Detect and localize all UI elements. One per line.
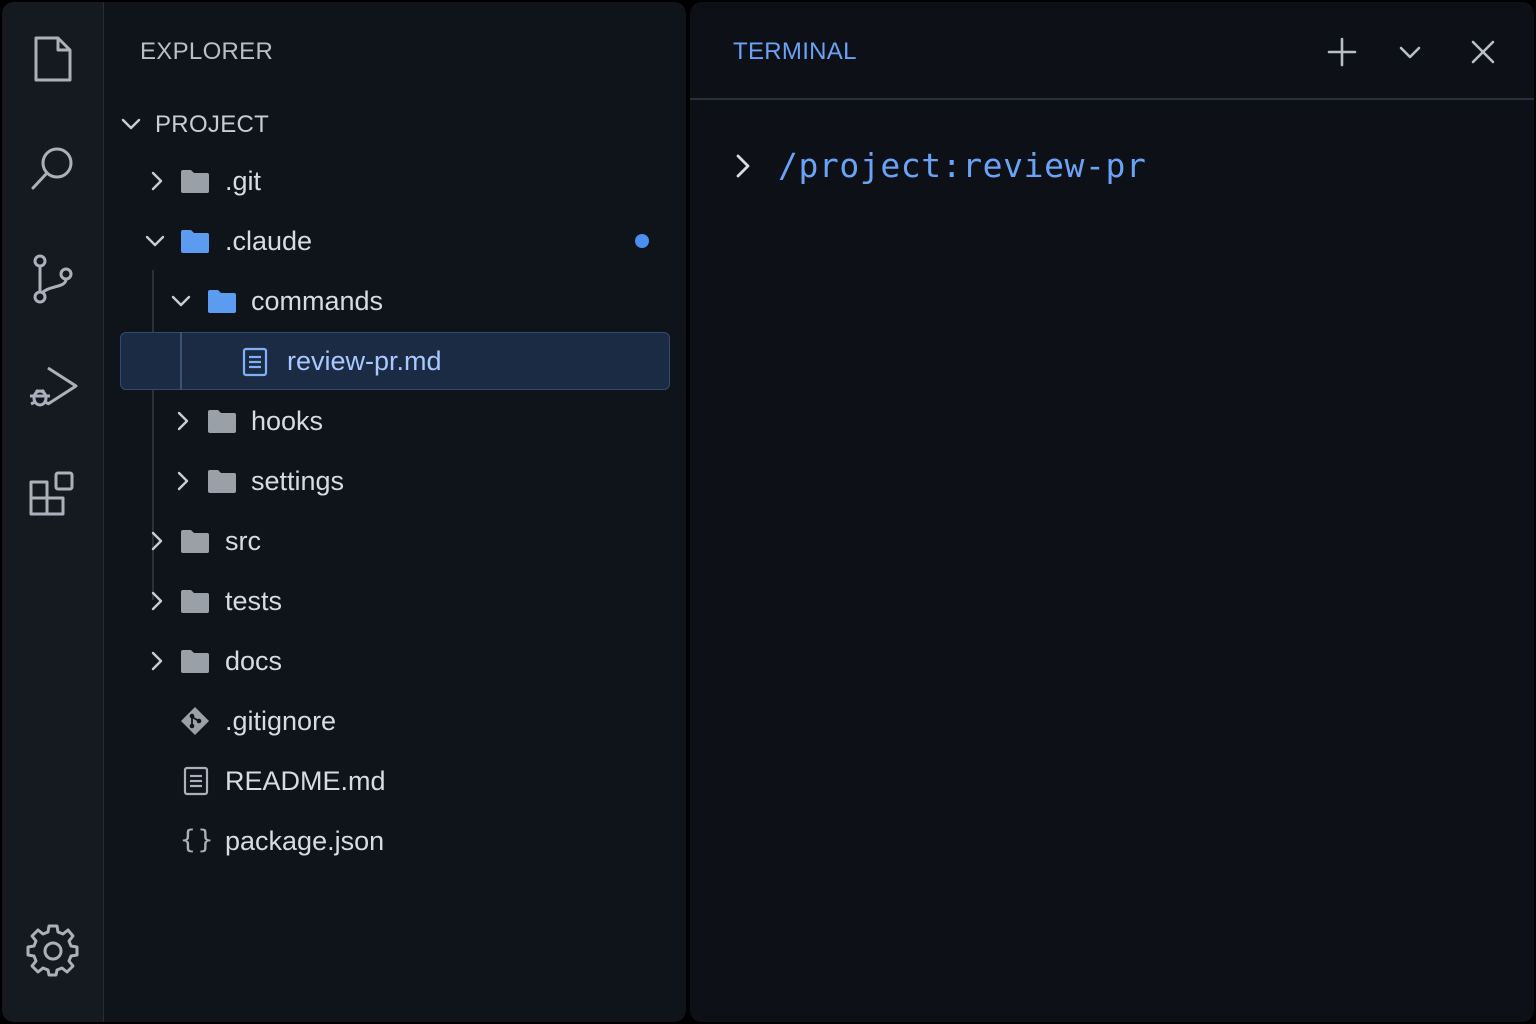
tree-root-label: PROJECT — [155, 111, 270, 138]
tree-item-docs[interactable]: docs — [104, 632, 686, 690]
tree-item-label: tests — [225, 586, 283, 616]
chevron-down-icon — [1399, 46, 1421, 59]
activity-search-button[interactable] — [24, 140, 82, 198]
tree-item-review-pr-md[interactable]: review-pr.md — [104, 332, 686, 390]
tree-item-label: .git — [225, 166, 262, 196]
folder-icon — [181, 170, 209, 193]
explorer-title: EXPLORER — [140, 38, 274, 65]
git-file-icon — [181, 707, 209, 735]
terminal-menu-button[interactable] — [1390, 32, 1430, 72]
activity-settings-button[interactable] — [24, 922, 82, 980]
tree-item-src[interactable]: src — [104, 512, 686, 570]
tree-item-label: package.json — [225, 826, 385, 856]
tree-item-claude[interactable]: .claude — [104, 212, 686, 270]
run-debug-icon — [30, 366, 78, 407]
chevron-right-icon — [151, 531, 163, 551]
extensions-icon — [29, 471, 74, 516]
folder-icon — [181, 650, 209, 673]
close-terminal-button[interactable] — [1463, 32, 1503, 72]
folder-icon — [208, 410, 236, 433]
folder-icon — [181, 530, 209, 553]
terminal-command-text: /project:review-pr — [778, 146, 1147, 185]
chevron-down-icon — [145, 235, 165, 247]
ide-window: EXPLORER PROJECT .git .claude commands r… — [0, 0, 1536, 1024]
tree-item-label: settings — [251, 466, 345, 496]
tree-item-label: commands — [251, 286, 384, 316]
terminal-panel: TERMINAL /project:review-pr — [690, 2, 1534, 1022]
document-file-icon — [183, 766, 209, 796]
chevron-right-icon — [151, 651, 163, 671]
markdown-file-icon — [242, 347, 268, 377]
chevron-right-icon — [177, 411, 189, 431]
tree-item-label: review-pr.md — [287, 346, 442, 376]
prompt-chevron-icon — [736, 154, 750, 177]
tree-item-label: docs — [225, 646, 283, 676]
tree-item-label: .gitignore — [225, 706, 337, 736]
tree-item-commands[interactable]: commands — [104, 272, 686, 330]
tree-item-readme[interactable]: README.md — [104, 752, 686, 810]
terminal-header: TERMINAL — [690, 2, 1534, 100]
terminal-prompt-line: /project:review-pr — [730, 146, 1146, 185]
activity-source-control-button[interactable] — [24, 250, 82, 308]
tree-root-project[interactable]: PROJECT — [104, 95, 686, 153]
tree-item-package-json[interactable]: {} package.json — [104, 812, 686, 870]
chevron-down-icon — [121, 118, 141, 130]
chevron-right-icon — [151, 591, 163, 611]
tree-item-label: src — [225, 526, 261, 556]
close-icon — [1471, 40, 1495, 64]
plus-icon — [1327, 37, 1357, 67]
tree-item-git[interactable]: .git — [104, 152, 686, 210]
tree-item-settings[interactable]: settings — [104, 452, 686, 510]
tree-item-gitignore[interactable]: .gitignore — [104, 692, 686, 750]
folder-open-icon — [208, 290, 236, 313]
json-file-icon: {} — [180, 825, 216, 855]
tree-item-hooks[interactable]: hooks — [104, 392, 686, 450]
new-terminal-button[interactable] — [1322, 32, 1362, 72]
chevron-right-icon — [151, 171, 163, 191]
tree-item-label: hooks — [251, 406, 324, 436]
source-control-icon — [33, 254, 73, 304]
search-icon — [31, 147, 73, 190]
terminal-output[interactable]: /project:review-pr — [690, 102, 1534, 1002]
files-icon — [34, 36, 72, 82]
chevron-down-icon — [171, 295, 191, 307]
indent-guide — [180, 332, 182, 390]
explorer-panel: EXPLORER PROJECT .git .claude commands r… — [104, 2, 686, 1022]
tree-item-label: .claude — [225, 226, 313, 256]
modified-indicator-dot — [635, 234, 649, 248]
terminal-title[interactable]: TERMINAL — [733, 38, 857, 66]
activity-explorer-button[interactable] — [24, 30, 82, 88]
folder-icon — [181, 590, 209, 613]
folder-open-icon — [181, 230, 209, 253]
activity-bar — [2, 2, 104, 1022]
folder-icon — [208, 470, 236, 493]
activity-run-debug-button[interactable] — [24, 358, 82, 416]
chevron-right-icon — [177, 471, 189, 491]
tree-item-tests[interactable]: tests — [104, 572, 686, 630]
activity-extensions-button[interactable] — [24, 466, 82, 524]
tree-item-label: README.md — [225, 766, 386, 796]
gear-icon — [26, 924, 79, 977]
